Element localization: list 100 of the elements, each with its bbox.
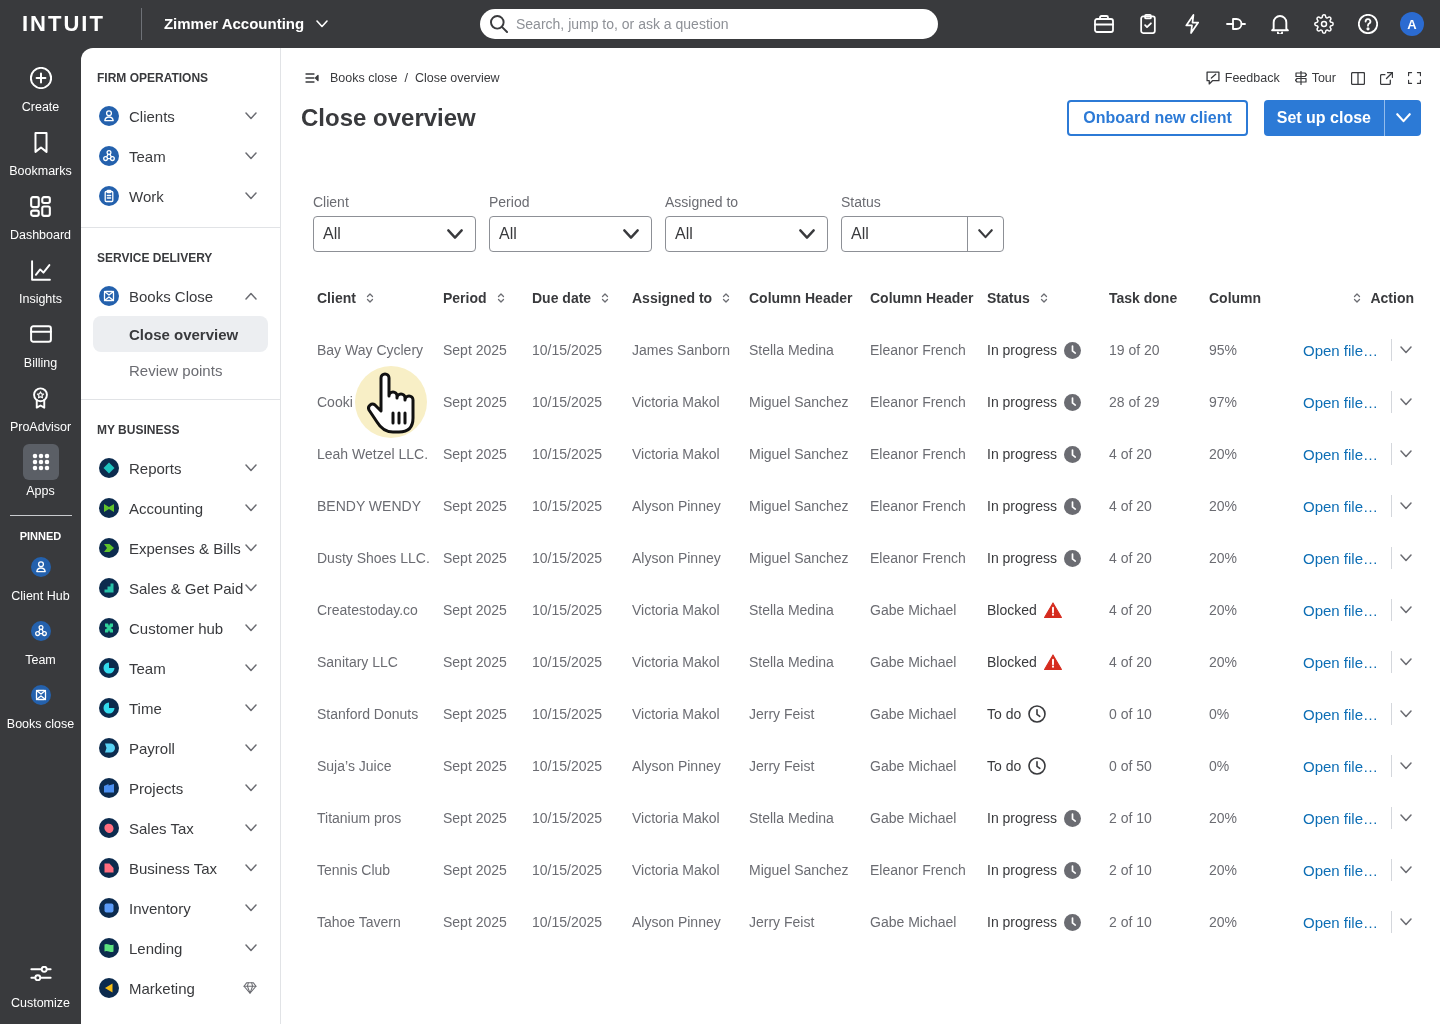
sidebar-item[interactable]: Reports — [81, 448, 280, 488]
table-cell: 2 of 10 — [1109, 862, 1152, 878]
sidebar-item[interactable]: Inventory — [81, 888, 280, 928]
bell-icon[interactable] — [1271, 14, 1289, 34]
chevron-down-icon[interactable] — [1400, 450, 1413, 458]
rail-nav-item[interactable]: Billing — [0, 308, 81, 372]
sort-icon[interactable] — [496, 292, 505, 304]
sidebar-subitem[interactable]: Close overview — [93, 316, 268, 352]
column-header[interactable]: Status — [987, 290, 1030, 306]
chevron-down-icon[interactable] — [1400, 398, 1413, 406]
chevron-down-icon[interactable] — [1400, 918, 1413, 926]
sidebar-item[interactable]: Time — [81, 688, 280, 728]
open-file-link[interactable]: Open file… — [1303, 809, 1379, 827]
filled-clock-icon — [1064, 393, 1082, 411]
filter-dropdown[interactable]: All — [841, 216, 1004, 252]
rail-nav-item[interactable]: Dashboard — [0, 180, 81, 244]
open-file-link[interactable]: Open file… — [1303, 861, 1379, 879]
sort-icon[interactable] — [365, 292, 374, 304]
sidebar-item[interactable]: Sales & Get Paid — [81, 568, 280, 608]
briefcase-icon[interactable] — [1094, 15, 1114, 33]
sidebar-item[interactable]: Projects — [81, 768, 280, 808]
chevron-down-icon[interactable] — [1400, 866, 1413, 874]
sidebar-item[interactable]: Team — [81, 648, 280, 688]
sort-icon[interactable] — [1039, 292, 1048, 304]
filter-dropdown[interactable]: All — [313, 216, 476, 252]
column-header[interactable]: Client — [317, 290, 356, 306]
open-file-link[interactable]: Open file… — [1303, 653, 1379, 671]
rail-nav-item[interactable]: Apps — [0, 436, 81, 500]
toolbar-button[interactable]: Tour — [1294, 71, 1336, 85]
status-label: To do — [987, 706, 1022, 722]
sort-icon[interactable] — [722, 292, 731, 304]
open-file-link[interactable]: Open file… — [1303, 497, 1379, 515]
column-header[interactable]: Due date — [532, 290, 592, 306]
sidebar-item[interactable]: Business Tax — [81, 848, 280, 888]
pinned-nav-item[interactable]: Team — [0, 607, 81, 671]
rail-nav-item[interactable]: Create — [0, 52, 81, 116]
open-file-link[interactable]: Open file… — [1303, 705, 1379, 723]
open-file-link[interactable]: Open file… — [1303, 757, 1379, 775]
logo[interactable]: INTUIT — [22, 11, 105, 37]
sidebar-item[interactable]: Sales Tax — [81, 808, 280, 848]
company-switcher[interactable]: Zimmer Accounting — [163, 14, 329, 34]
open-file-link[interactable]: Open file… — [1303, 393, 1379, 411]
breadcrumb-link[interactable]: Books close — [330, 71, 398, 85]
table-cell: Stanford Donuts — [317, 706, 419, 722]
sidebar-item[interactable]: Customer hub — [81, 608, 280, 648]
column-header[interactable]: Period — [443, 290, 487, 306]
rail-nav-item[interactable]: Bookmarks — [0, 116, 81, 180]
chevron-down-icon[interactable] — [1400, 502, 1413, 510]
open-file-link[interactable]: Open file… — [1303, 913, 1379, 931]
filter-dropdown[interactable]: All — [665, 216, 828, 252]
chevron-down-icon — [1395, 113, 1411, 123]
sidebar-item[interactable]: Team — [81, 136, 280, 176]
table-cell: 28 of 29 — [1109, 394, 1160, 410]
chevron-down-icon[interactable] — [1400, 658, 1413, 666]
sidebar-item[interactable]: Payroll — [81, 728, 280, 768]
chevron-down-icon[interactable] — [1400, 762, 1413, 770]
table-cell: 19 of 20 — [1109, 342, 1160, 358]
settings-icon[interactable] — [1314, 14, 1334, 34]
lightning-icon[interactable] — [1185, 14, 1199, 34]
collapse-menu-icon[interactable] — [305, 72, 319, 84]
filter-dropdown[interactable]: All — [489, 216, 652, 252]
search-field[interactable]: Search, jump to, or ask a question — [480, 9, 938, 39]
customize-nav-item[interactable]: Customize — [0, 966, 81, 1011]
dropdown-toggle-button[interactable] — [1384, 100, 1421, 136]
sidebar-item[interactable]: Books Close — [81, 276, 280, 316]
external-link-icon[interactable] — [1380, 71, 1393, 85]
user-avatar[interactable]: A — [1400, 12, 1424, 36]
sort-icon[interactable] — [601, 292, 610, 304]
chevron-down-icon[interactable] — [1400, 814, 1413, 822]
open-file-link[interactable]: Open file… — [1303, 601, 1379, 619]
onboard-client-button[interactable]: Onboard new client — [1067, 100, 1248, 136]
rail-nav-item[interactable]: ProAdvisor — [0, 372, 81, 436]
rail-nav-item[interactable]: Insights — [0, 244, 81, 308]
open-book-icon[interactable] — [1351, 71, 1365, 85]
sidebar-item[interactable]: Work — [81, 176, 280, 216]
sidebar-item[interactable]: Accounting — [81, 488, 280, 528]
open-file-link[interactable]: Open file… — [1303, 341, 1379, 359]
chevron-down-icon[interactable] — [1400, 554, 1413, 562]
sidebar-subitem[interactable]: Review points — [93, 352, 268, 388]
sort-icon[interactable] — [1353, 292, 1362, 304]
chevron-down-icon[interactable] — [1400, 346, 1413, 354]
clipboard-check-icon[interactable] — [1140, 14, 1156, 34]
chevron-down-icon[interactable] — [1400, 710, 1413, 718]
set-up-close-button[interactable]: Set up close — [1263, 100, 1384, 136]
open-file-link[interactable]: Open file… — [1303, 445, 1379, 463]
help-icon[interactable] — [1358, 14, 1378, 34]
sidebar-item[interactable]: Expenses & Bills — [81, 528, 280, 568]
sidebar-item[interactable]: Marketing — [81, 968, 280, 1008]
pinned-nav-item[interactable]: Client Hub — [0, 543, 81, 607]
sidebar-item[interactable]: Clients — [81, 96, 280, 136]
open-file-link[interactable]: Open file… — [1303, 549, 1379, 567]
pinned-nav-item[interactable]: Books close — [0, 671, 81, 735]
toolbar-button[interactable]: Feedback — [1205, 71, 1280, 85]
column-header[interactable]: Assigned to — [632, 290, 713, 306]
sidebar-item[interactable]: Lending — [81, 928, 280, 968]
chevron-down-icon[interactable] — [1400, 606, 1413, 614]
plug-icon[interactable] — [1226, 18, 1246, 30]
column-header[interactable]: Action — [1370, 290, 1414, 306]
table-cell: Gabe Michael — [870, 758, 957, 774]
fullscreen-icon[interactable] — [1408, 72, 1421, 84]
